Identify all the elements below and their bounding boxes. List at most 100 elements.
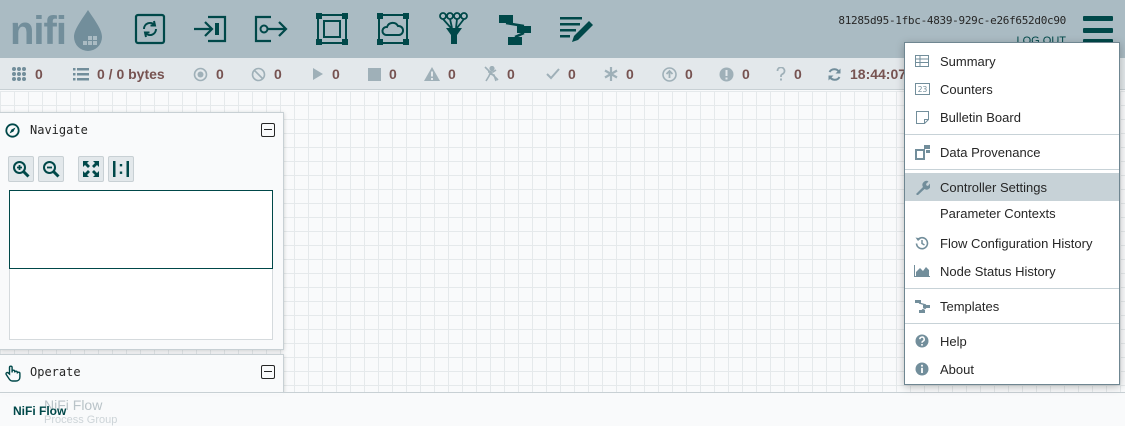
stat-locally-modified: 0 xyxy=(604,58,634,90)
sticky-note-icon xyxy=(914,109,930,125)
funnel-icon[interactable] xyxy=(434,9,474,49)
asterisk-icon xyxy=(604,67,618,81)
menu-item-controller-settings[interactable]: Controller Settings xyxy=(905,173,1119,201)
menu-item-flow-configuration-history[interactable]: Flow Configuration History xyxy=(905,229,1119,257)
stat-last-refreshed: 18:44:07 xyxy=(827,58,906,90)
template-icon[interactable] xyxy=(495,9,535,49)
table-icon xyxy=(914,53,930,69)
stat-cluster-nodes: 0 xyxy=(11,58,43,90)
not-transmitting-icon xyxy=(251,67,266,81)
remote-process-group-icon[interactable] xyxy=(373,9,413,49)
menu-label-about: About xyxy=(940,361,974,377)
menu-item-counters[interactable]: 23 Counters xyxy=(905,75,1119,103)
menu-label-summary: Summary xyxy=(940,53,996,69)
actual-size-icon xyxy=(113,161,129,177)
svg-text:23: 23 xyxy=(917,85,927,94)
transmitting-icon xyxy=(193,67,208,81)
hand-pointer-icon xyxy=(5,365,21,382)
menu-label-flow-configuration-history: Flow Configuration History xyxy=(940,235,1093,251)
zoom-in-button[interactable] xyxy=(8,156,34,182)
stop-icon xyxy=(368,67,381,81)
zoom-out-button[interactable] xyxy=(38,156,64,182)
stat-sync-failure: 0 xyxy=(776,58,802,90)
menu-label-help: Help xyxy=(940,333,967,349)
locally-modified-count: 0 xyxy=(626,66,634,82)
menu-item-node-status-history[interactable]: Node Status History xyxy=(905,257,1119,285)
process-group-icon[interactable] xyxy=(312,9,352,49)
breadcrumb-root-link[interactable]: NiFi Flow xyxy=(13,404,66,418)
menu-separator xyxy=(905,288,1119,289)
stale-count: 0 xyxy=(685,66,693,82)
menu-label-parameter-contexts: Parameter Contexts xyxy=(940,205,1056,221)
menu-item-bulletin-board[interactable]: Bulletin Board xyxy=(905,103,1119,131)
menu-label-data-provenance: Data Provenance xyxy=(940,144,1041,160)
menu-separator xyxy=(905,134,1119,135)
cluster-nodes-count: 0 xyxy=(35,66,43,82)
menu-item-parameter-contexts[interactable]: Parameter Contexts xyxy=(905,199,1119,227)
global-menu: Summary 23 Counters Bulletin Board Data … xyxy=(904,42,1120,385)
area-chart-icon xyxy=(914,263,930,279)
provenance-icon xyxy=(914,144,930,160)
zoom-actual-size-button[interactable] xyxy=(108,156,134,182)
exclamation-circle-icon xyxy=(719,67,734,81)
menu-label-bulletin-board: Bulletin Board xyxy=(940,109,1021,125)
menu-item-data-provenance[interactable]: Data Provenance xyxy=(905,138,1119,166)
expand-icon xyxy=(83,161,99,177)
stat-locally-modified-and-stale: 0 xyxy=(719,58,750,90)
stat-queued: 0 / 0 bytes xyxy=(73,58,165,90)
navigate-title: Navigate xyxy=(30,123,88,137)
running-count: 0 xyxy=(332,66,340,82)
zoom-in-icon xyxy=(13,161,30,178)
processor-icon[interactable] xyxy=(130,9,170,49)
zoom-fit-button[interactable] xyxy=(78,156,104,182)
menu-label-controller-settings: Controller Settings xyxy=(940,179,1047,195)
stat-stopped: 0 xyxy=(368,58,397,90)
current-user-identity: 81285d95-1fbc-4839-929c-e26f652d0c90 xyxy=(838,14,1066,27)
not-transmitting-count: 0 xyxy=(274,66,282,82)
collapse-operate-button[interactable] xyxy=(261,365,275,379)
output-port-icon[interactable] xyxy=(251,9,291,49)
stat-up-to-date: 0 xyxy=(546,58,576,90)
play-icon xyxy=(313,68,323,80)
stat-disabled: 0 xyxy=(484,58,515,90)
breadcrumb-bar: NiFi Flow Process Group NiFi Flow xyxy=(0,392,1125,426)
nifi-logo: nifi xyxy=(10,6,105,53)
menu-label-node-status-history: Node Status History xyxy=(940,263,1056,279)
menu-item-help[interactable]: Help xyxy=(905,327,1119,355)
stopped-count: 0 xyxy=(389,66,397,82)
wrench-icon xyxy=(914,179,930,195)
help-icon xyxy=(914,333,930,349)
menu-item-about[interactable]: About xyxy=(905,355,1119,383)
refresh-icon[interactable] xyxy=(827,67,842,82)
operate-panel-header[interactable]: Operate xyxy=(0,355,283,389)
stat-stale: 0 xyxy=(662,58,693,90)
info-icon xyxy=(914,361,930,377)
operate-title: Operate xyxy=(30,365,81,379)
list-icon xyxy=(73,68,89,81)
template-icon xyxy=(914,298,930,314)
menu-label-counters: Counters xyxy=(940,81,993,97)
collapse-navigate-button[interactable] xyxy=(261,123,275,137)
operate-panel: Operate xyxy=(0,354,284,394)
svg-text:nifi: nifi xyxy=(10,9,66,52)
label-icon[interactable] xyxy=(556,9,596,49)
zoom-out-icon xyxy=(43,161,60,178)
birdseye-viewport[interactable] xyxy=(9,190,273,269)
invalid-count: 0 xyxy=(448,66,456,82)
navigate-panel-header[interactable]: Navigate xyxy=(0,113,283,147)
stat-not-transmitting: 0 xyxy=(251,58,282,90)
input-port-icon[interactable] xyxy=(190,9,230,49)
birdseye-view[interactable] xyxy=(9,190,273,340)
check-icon xyxy=(546,68,560,80)
global-menu-hamburger-icon[interactable] xyxy=(1083,16,1113,44)
menu-label-templates: Templates xyxy=(940,298,1000,314)
warning-icon xyxy=(424,67,440,81)
question-icon xyxy=(776,67,786,81)
arrow-circle-up-icon xyxy=(662,66,677,82)
stat-invalid: 0 xyxy=(424,58,456,90)
up-to-date-count: 0 xyxy=(568,66,576,82)
sync-failure-count: 0 xyxy=(794,66,802,82)
menu-item-summary[interactable]: Summary xyxy=(905,47,1119,75)
menu-item-templates[interactable]: Templates xyxy=(905,292,1119,320)
queued-value: 0 / 0 bytes xyxy=(97,66,165,82)
